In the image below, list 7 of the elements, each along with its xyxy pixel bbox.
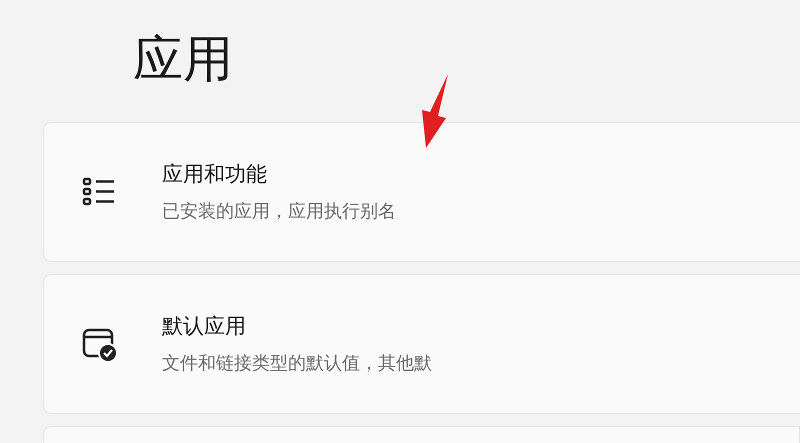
settings-card[interactable]: 应用和功能 已安装的应用，应用执行别名 — [43, 122, 800, 262]
card-title: 应用和功能 — [162, 160, 268, 188]
card-subtitle: 文件和链接类型的默认值，其他默 — [162, 352, 432, 376]
page-title: 应用 — [133, 29, 233, 90]
settings-card[interactable]: 默认应用 文件和链接类型的默认值，其他默 — [43, 274, 800, 414]
card-subtitle: 已安装的应用，应用执行别名 — [162, 200, 396, 224]
card-title: 默认应用 — [162, 312, 247, 340]
